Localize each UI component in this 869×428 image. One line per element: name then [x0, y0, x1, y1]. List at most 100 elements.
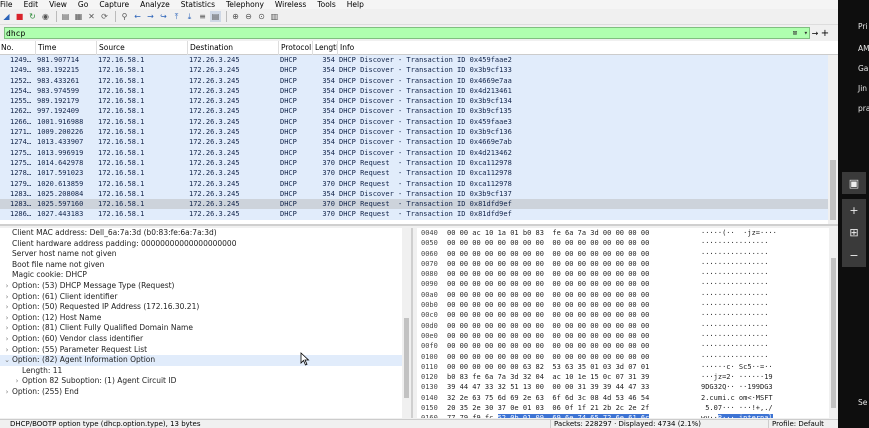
- hex-line[interactable]: 00c0 00 00 00 00 00 00 00 00 00 00 00 00 …: [417, 310, 838, 320]
- hex-line[interactable]: 016077 79 f9 fc 52 0b 01 09 69 6e 74 65 …: [417, 413, 838, 418]
- close-file-icon[interactable]: ✕: [86, 11, 97, 22]
- menu-go[interactable]: Go: [78, 0, 88, 9]
- menu-analyze[interactable]: Analyze: [140, 0, 170, 9]
- open-file-icon[interactable]: ▤: [60, 11, 71, 22]
- zoom-in-icon[interactable]: ⊕: [230, 11, 241, 22]
- packet-row[interactable]: 1252… 983.433261 172.16.58.1 172.26.3.245 DH…: [0, 75, 838, 86]
- packet-row[interactable]: 1275… 1014.642978 172.16.58.1 172.26.3.245 D…: [0, 157, 838, 169]
- last-packet-icon[interactable]: ⤓: [184, 11, 195, 22]
- display-filter-input[interactable]: dhcp ⊠ ▾: [4, 27, 810, 39]
- packet-row[interactable]: 1286… 1027.443183 172.16.58.1 172.26.3.245 D…: [0, 209, 838, 220]
- expand-arrow-icon[interactable]: ›: [2, 345, 12, 356]
- bytes-scrollbar[interactable]: [829, 228, 838, 418]
- column-header-protocol[interactable]: Protocol: [279, 41, 313, 55]
- go-to-packet-icon[interactable]: ↪: [158, 11, 169, 22]
- hex-line[interactable]: 00e0 00 00 00 00 00 00 00 00 00 00 00 00 …: [417, 331, 838, 341]
- detail-tree-item[interactable]: › Option: (12) Host Name: [0, 313, 411, 324]
- find-packet-icon[interactable]: ⚲: [119, 11, 130, 22]
- detail-tree-item[interactable]: › Option: (81) Client Fully Qualified Dom…: [0, 323, 411, 334]
- hex-line[interactable]: 00d0 00 00 00 00 00 00 00 00 00 00 00 00 …: [417, 321, 838, 331]
- hex-line[interactable]: 00a0 00 00 00 00 00 00 00 00 00 00 00 00 …: [417, 290, 838, 300]
- apply-filter-icon[interactable]: →: [810, 29, 820, 38]
- reload-file-icon[interactable]: ⟳: [99, 11, 110, 22]
- menu-capture[interactable]: Capture: [99, 0, 129, 9]
- details-scrollbar[interactable]: [402, 228, 411, 418]
- packet-row[interactable]: 1262… 997.192409 172.16.58.1 172.26.3.245 DH…: [0, 106, 838, 117]
- menu-help[interactable]: Help: [347, 0, 364, 9]
- hex-line[interactable]: 0130 39 44 47 33 32 51 13 00 00 00 31 39 …: [417, 382, 838, 392]
- menu-tools[interactable]: Tools: [317, 0, 335, 9]
- expand-arrow-icon[interactable]: ›: [2, 302, 12, 313]
- go-back-icon[interactable]: ←: [132, 11, 143, 22]
- hex-line[interactable]: 0050 00 00 00 00 00 00 00 00 00 00 00 00 …: [417, 238, 838, 248]
- detail-tree-item[interactable]: Length: 11: [0, 366, 411, 377]
- expand-arrow-icon[interactable]: ⌄: [2, 355, 12, 366]
- clear-filter-icon[interactable]: ⊠: [793, 29, 797, 37]
- colorize-icon[interactable]: ▤: [210, 11, 221, 22]
- hex-line[interactable]: 00b0 00 00 00 00 00 00 00 00 00 00 00 00 …: [417, 300, 838, 310]
- expand-arrow-icon[interactable]: ›: [2, 292, 12, 303]
- autoscroll-icon[interactable]: ≡: [197, 11, 208, 22]
- packet-row[interactable]: 1249… 981.907714 172.16.58.1 172.26.3.245 DH…: [0, 55, 838, 66]
- column-header-info[interactable]: Info: [338, 41, 838, 55]
- hex-line[interactable]: 0080 00 00 00 00 00 00 00 00 00 00 00 00 …: [417, 269, 838, 279]
- filter-dropdown-icon[interactable]: ▾: [804, 29, 808, 37]
- detail-tree-item[interactable]: › Option 82 Suboption: (1) Agent Circuit …: [0, 376, 411, 387]
- detail-tree-item[interactable]: › Option: (61) Client identifier: [0, 292, 411, 303]
- status-profile[interactable]: Profile: Default: [768, 420, 838, 428]
- packet-row[interactable]: 1249… 983.192215 172.16.58.1 172.26.3.245 DH…: [0, 65, 838, 76]
- packet-row[interactable]: 1255… 989.192179 172.16.58.1 172.26.3.245 DH…: [0, 96, 838, 107]
- capture-options-icon[interactable]: ◉: [40, 11, 51, 22]
- expand-arrow-icon[interactable]: ›: [2, 313, 12, 324]
- menu-view[interactable]: View: [49, 0, 67, 9]
- go-forward-icon[interactable]: →: [145, 11, 156, 22]
- detail-tree-item[interactable]: › Option: (50) Requested IP Address (172.…: [0, 302, 411, 313]
- zoom-reset-icon[interactable]: ⊙: [256, 11, 267, 22]
- detail-tree-item[interactable]: › Option: (53) DHCP Message Type (Request…: [0, 281, 411, 292]
- expand-arrow-icon[interactable]: ›: [12, 376, 22, 387]
- detail-tree-item[interactable]: › Option: (255) End: [0, 387, 411, 398]
- grid-icon[interactable]: ⊞: [842, 222, 866, 245]
- packet-list-scrollbar[interactable]: [828, 55, 838, 224]
- hex-line[interactable]: 0070 00 00 00 00 00 00 00 00 00 00 00 00 …: [417, 259, 838, 269]
- packet-row[interactable]: 1283… 1025.208084 172.16.58.1 172.26.3.245 D…: [0, 188, 838, 200]
- save-file-icon[interactable]: ▦: [73, 11, 84, 22]
- hex-line[interactable]: 0090 00 00 00 00 00 00 00 00 00 00 00 00 …: [417, 279, 838, 289]
- detail-tree-item[interactable]: Server host name not given: [0, 249, 411, 260]
- packet-row[interactable]: 1275… 1013.996919 172.16.58.1 172.26.3.245 D…: [0, 147, 838, 158]
- expand-arrow-icon[interactable]: ›: [2, 323, 12, 334]
- minus-icon[interactable]: −: [842, 244, 866, 267]
- menu-file[interactable]: File: [0, 0, 13, 9]
- menu-wireless[interactable]: Wireless: [275, 0, 306, 9]
- expand-arrow-icon[interactable]: ›: [2, 334, 12, 345]
- expand-arrow-icon[interactable]: ›: [2, 281, 12, 292]
- detail-tree-item[interactable]: ⌄ Option: (82) Agent Information Option: [0, 355, 411, 366]
- add-filter-button[interactable]: +: [820, 28, 830, 39]
- hex-line[interactable]: 0060 00 00 00 00 00 00 00 00 00 00 00 00 …: [417, 249, 838, 259]
- column-header-time[interactable]: Time: [36, 41, 97, 55]
- packet-row[interactable]: 1279… 1020.613859 172.16.58.1 172.26.3.245 D…: [0, 178, 838, 189]
- packet-row[interactable]: 1266… 1001.916988 172.16.58.1 172.26.3.245 D…: [0, 116, 838, 128]
- hex-line[interactable]: 0100 00 00 00 00 00 00 00 00 00 00 00 00 …: [417, 352, 838, 362]
- hex-line[interactable]: 0150 20 35 2e 30 37 0e 01 03 06 0f 1f 21 …: [417, 403, 838, 413]
- first-packet-icon[interactable]: ⤒: [171, 11, 182, 22]
- column-header-length[interactable]: Length: [313, 41, 338, 55]
- menu-telephony[interactable]: Telephony: [226, 0, 264, 9]
- detail-tree-item[interactable]: Magic cookie: DHCP: [0, 270, 411, 281]
- detail-tree-item[interactable]: › Option: (55) Parameter Request List: [0, 345, 411, 356]
- packet-row[interactable]: 1274… 1013.433907 172.16.58.1 172.26.3.245 D…: [0, 137, 838, 148]
- menu-edit[interactable]: Edit: [24, 0, 39, 9]
- column-header-destination[interactable]: Destination: [188, 41, 279, 55]
- plus-icon[interactable]: +: [842, 199, 866, 222]
- detail-tree-item[interactable]: Boot file name not given: [0, 260, 411, 271]
- column-header-no[interactable]: No.: [0, 41, 36, 55]
- detail-tree-item[interactable]: › Option: (60) Vendor class identifier: [0, 334, 411, 345]
- packet-row[interactable]: 1254… 983.974599 172.16.58.1 172.26.3.245 DH…: [0, 85, 838, 97]
- menu-statistics[interactable]: Statistics: [181, 0, 215, 9]
- hex-line[interactable]: 0120 b0 83 fe 6a 7a 3d 32 04 ac 10 1e 15 …: [417, 372, 838, 382]
- zoom-out-icon[interactable]: ⊖: [243, 11, 254, 22]
- chat-bubble-icon[interactable]: ▣: [842, 172, 866, 194]
- hex-line[interactable]: 0140 32 2e 63 75 6d 69 2e 63 6f 6d 3c 08 …: [417, 393, 838, 403]
- scroll-thumb[interactable]: [831, 258, 836, 408]
- packet-row[interactable]: 1283… 1025.597160 172.16.58.1 172.26.3.245 D…: [0, 199, 838, 210]
